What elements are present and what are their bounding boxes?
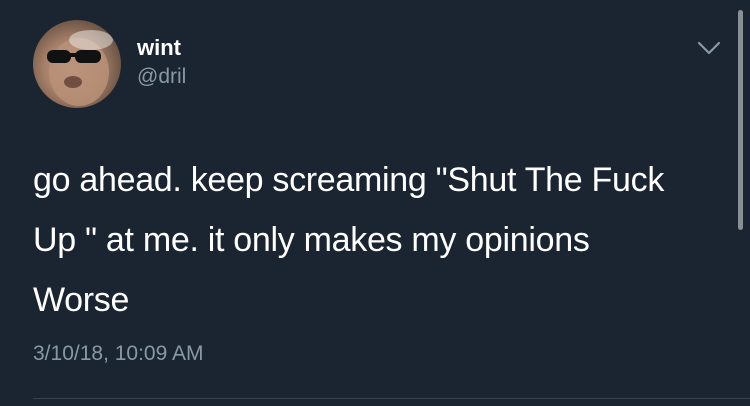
scrollbar[interactable] [738, 10, 743, 230]
divider [33, 398, 750, 399]
author-display-name[interactable]: wint [137, 35, 181, 61]
tweet-timestamp[interactable]: 3/10/18, 10:09 AM [33, 341, 203, 367]
avatar[interactable] [33, 20, 121, 108]
tweet-text-line: Up " at me. it only makes my opinions [33, 221, 590, 259]
tweet-text: go ahead. keep screaming "Shut The Fuck … [33, 150, 733, 330]
tweet-text-line: Worse [33, 281, 130, 319]
avatar-photo [47, 30, 113, 106]
author-handle[interactable]: @dril [137, 64, 186, 90]
chevron-down-icon[interactable] [695, 36, 723, 60]
tweet-text-line: go ahead. keep screaming "Shut The Fuck [33, 161, 665, 199]
tweet-card: wint @dril go ahead. keep screaming "Shu… [0, 0, 750, 406]
